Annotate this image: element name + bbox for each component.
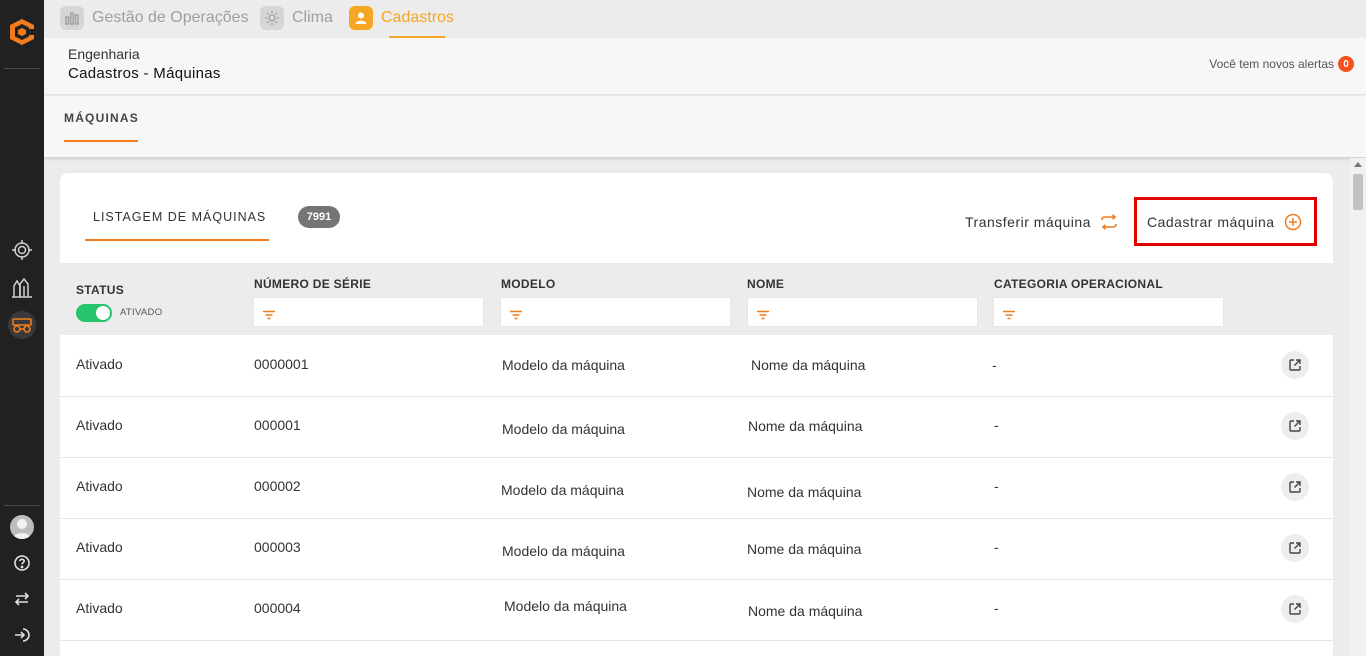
silo-icon[interactable] <box>8 274 36 302</box>
row-category: - <box>992 357 997 373</box>
scroll-up-icon[interactable] <box>1354 162 1362 167</box>
table-row[interactable]: Ativado 000003 Modelo da máquina Nome da… <box>60 519 1333 580</box>
row-status: Ativado <box>76 600 123 616</box>
alerts-text: Você tem novos alertas <box>1209 57 1334 71</box>
status-toggle-label: ATIVADO <box>120 307 163 318</box>
row-model: Modelo da máquina <box>504 598 627 614</box>
edit-button[interactable] <box>1281 534 1309 562</box>
machines-card: LISTAGEM DE MÁQUINAS 7991 Transferir máq… <box>60 173 1333 656</box>
user-icon <box>349 6 373 30</box>
help-icon[interactable] <box>8 549 36 577</box>
row-name: Nome da máquina <box>747 484 862 500</box>
register-button-highlight <box>1134 197 1317 246</box>
row-status: Ativado <box>76 356 123 372</box>
tab-cadastros[interactable]: Cadastros <box>349 5 454 31</box>
breadcrumb-parent[interactable]: Engenharia <box>68 46 140 62</box>
sidebar-divider <box>4 505 40 506</box>
brand-logo-icon[interactable] <box>6 16 38 48</box>
edit-icon <box>1289 420 1301 432</box>
filter-icon <box>262 307 276 325</box>
page-title: Cadastros - Máquinas <box>68 65 221 82</box>
row-name: Nome da máquina <box>748 418 863 434</box>
logout-icon[interactable] <box>8 621 36 649</box>
tab-clima[interactable]: Clima <box>260 5 333 31</box>
column-header-name: NOME <box>747 277 785 291</box>
app-sidebar <box>0 0 44 656</box>
page-scrollbar[interactable] <box>1350 158 1366 656</box>
transfer-machine-button[interactable]: Transferir máquina <box>965 212 1119 232</box>
avatar[interactable] <box>10 515 34 539</box>
row-name: Nome da máquina <box>748 603 863 619</box>
row-category: - <box>994 600 999 616</box>
row-model: Modelo da máquina <box>502 421 625 437</box>
edit-button[interactable] <box>1281 595 1309 623</box>
tab-label: Gestão de Operações <box>92 9 249 26</box>
row-serial: 0000001 <box>254 356 309 372</box>
table-row[interactable]: Ativado 000004 Modelo da máquina Nome da… <box>60 580 1333 641</box>
column-header-status: STATUS <box>76 283 125 297</box>
row-status: Ativado <box>76 539 123 555</box>
row-category: - <box>994 417 999 433</box>
edit-button[interactable] <box>1281 351 1309 379</box>
table-row[interactable]: Ativado 000001 Modelo da máquina Nome da… <box>60 397 1333 458</box>
row-model: Modelo da máquina <box>502 357 625 373</box>
row-serial: 000001 <box>254 417 301 433</box>
filter-icon <box>1002 307 1016 325</box>
tab-maquinas[interactable]: MÁQUINAS <box>64 111 139 125</box>
alerts-indicator[interactable]: Você tem novos alertas 0 <box>1209 56 1354 72</box>
row-model: Modelo da máquina <box>501 482 624 498</box>
row-serial: 000003 <box>254 539 301 555</box>
sun-icon <box>260 6 284 30</box>
filter-icon <box>509 307 523 325</box>
table-row[interactable]: Ativado 0000001 Modelo da máquina Nome d… <box>60 336 1333 397</box>
chart-icon <box>60 6 84 30</box>
row-category: - <box>994 539 999 555</box>
target-icon[interactable] <box>8 236 36 264</box>
filter-icon <box>756 307 770 325</box>
column-header-category: CATEGORIA OPERACIONAL <box>994 277 1163 291</box>
table-row[interactable]: Ativado 000002 Modelo da máquina Nome da… <box>60 458 1333 519</box>
alerts-count-badge: 0 <box>1338 56 1354 72</box>
swap-icon[interactable] <box>8 585 36 613</box>
column-header-model: MODELO <box>501 277 556 291</box>
model-filter-input[interactable] <box>500 297 731 327</box>
transfer-icon <box>1099 212 1119 232</box>
category-filter-input[interactable] <box>993 297 1224 327</box>
row-status: Ativado <box>76 417 123 433</box>
tab-gestao-operacoes[interactable]: Gestão de Operações <box>60 5 249 31</box>
edit-icon <box>1289 481 1301 493</box>
row-category: - <box>994 478 999 494</box>
edit-icon <box>1289 603 1301 615</box>
status-toggle[interactable] <box>76 304 112 322</box>
edit-icon <box>1289 542 1301 554</box>
top-tabs-bar: Gestão de Operações Clima Cadastros <box>44 0 1366 38</box>
sidebar-divider <box>4 68 40 69</box>
edit-button[interactable] <box>1281 412 1309 440</box>
edit-icon <box>1289 359 1301 371</box>
row-model: Modelo da máquina <box>502 543 625 559</box>
edit-button[interactable] <box>1281 473 1309 501</box>
name-filter-input[interactable] <box>747 297 978 327</box>
tractor-icon[interactable] <box>8 311 36 339</box>
row-status: Ativado <box>76 478 123 494</box>
section-tabs: MÁQUINAS <box>44 96 1366 157</box>
tab-listagem-maquinas[interactable]: LISTAGEM DE MÁQUINAS <box>93 210 266 224</box>
table-header: STATUS ATIVADO NÚMERO DE SÉRIE MODELO NO… <box>60 263 1333 335</box>
row-serial: 000002 <box>254 478 301 494</box>
scrollbar-thumb[interactable] <box>1353 174 1363 210</box>
column-header-serial: NÚMERO DE SÉRIE <box>254 277 372 291</box>
page-header: Engenharia Cadastros - Máquinas Você tem… <box>44 38 1366 95</box>
row-name: Nome da máquina <box>751 357 866 373</box>
section-tab-indicator <box>64 140 138 142</box>
transfer-machine-label: Transferir máquina <box>965 214 1091 230</box>
row-serial: 000004 <box>254 600 301 616</box>
row-name: Nome da máquina <box>747 541 862 557</box>
tab-label: Clima <box>292 9 333 26</box>
listing-tab-indicator <box>85 239 269 241</box>
tab-label: Cadastros <box>381 9 454 26</box>
machines-count-badge: 7991 <box>298 206 340 228</box>
serial-filter-input[interactable] <box>253 297 484 327</box>
